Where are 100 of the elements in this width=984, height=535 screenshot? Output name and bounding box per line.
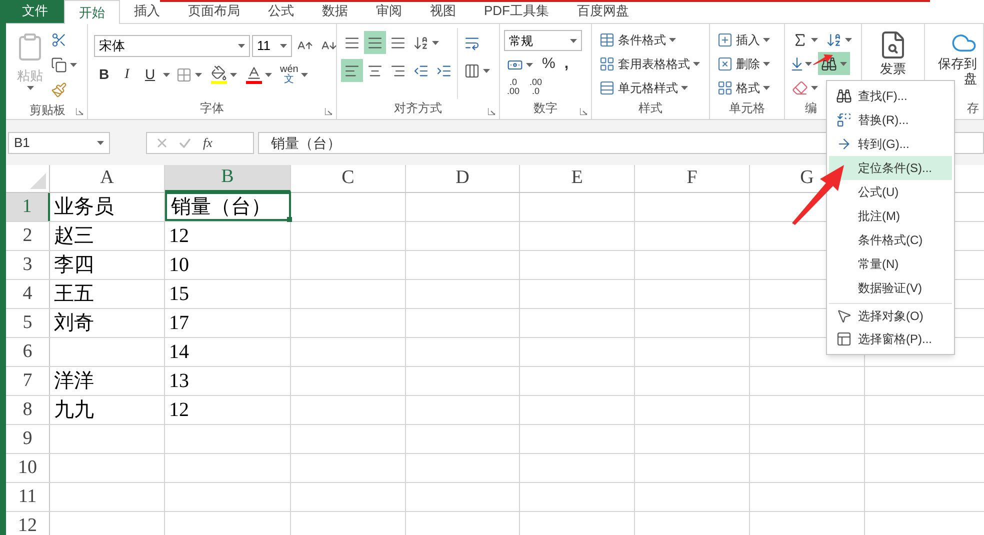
row-header[interactable]: 7 [6, 367, 50, 395]
format-button[interactable]: B [94, 64, 114, 86]
table-cell[interactable]: 王五 [50, 280, 165, 308]
caret-icon [483, 68, 490, 72]
fill-handle[interactable] [287, 217, 292, 222]
caret-icon [669, 38, 676, 42]
file-tab[interactable]: 文件 [6, 0, 64, 23]
vertical-align-button[interactable] [364, 31, 386, 54]
phonetic-button[interactable]: wén 文 [278, 64, 310, 84]
table-cell[interactable]: 刘奇 [50, 309, 165, 337]
ribbon-tab[interactable]: 数据 [308, 0, 362, 23]
cell-text: 销量（台） [171, 194, 271, 220]
menu-item[interactable]: 选择对象(O) [829, 303, 952, 327]
menu-item[interactable]: 批注(M) [829, 204, 952, 228]
ribbon-tab[interactable]: 视图 [416, 0, 470, 23]
column-header[interactable]: C [291, 165, 406, 192]
row-header[interactable]: 3 [6, 251, 50, 279]
column-header[interactable]: D [406, 165, 520, 192]
row-header[interactable]: 1 [6, 193, 50, 221]
comma-button[interactable]: , [561, 53, 572, 76]
row-header[interactable]: 10 [6, 454, 50, 482]
dialog-launcher-icon[interactable] [76, 108, 83, 115]
horizontal-align-button[interactable] [341, 59, 363, 82]
cell-text: 12 [169, 224, 189, 249]
ribbon-tab[interactable]: 审阅 [362, 0, 416, 23]
decimal-button[interactable]: .00 .0 [526, 78, 546, 96]
styles-menu-button[interactable]: 条件格式 [596, 28, 703, 51]
ribbon-tab[interactable]: 开始 [64, 0, 120, 24]
format-button[interactable]: U [140, 64, 160, 86]
caret-icon [432, 40, 439, 44]
font-name-field[interactable]: 宋体 [94, 34, 250, 56]
table-cell[interactable]: 洋洋 [50, 367, 165, 395]
table-cell[interactable]: 业务员 [50, 193, 165, 221]
group-label: 存 [967, 100, 979, 117]
dialog-launcher-icon[interactable] [580, 108, 587, 115]
dialog-launcher-icon[interactable] [488, 108, 495, 115]
table-cell[interactable]: 赵三 [50, 222, 165, 250]
menu-item[interactable]: 定位条件(S)... [829, 156, 952, 180]
table-cell[interactable]: 17 [165, 309, 291, 337]
group-label: 数字 [534, 100, 558, 117]
table-cell[interactable]: 14 [165, 338, 291, 366]
cells-menu-button[interactable]: 格式 [714, 76, 773, 99]
row-header[interactable]: 5 [6, 309, 50, 337]
sort-icon [826, 32, 842, 48]
cells-menu-button[interactable]: 插入 [714, 28, 773, 51]
ribbon-tab[interactable]: 插入 [120, 0, 174, 23]
menu-item[interactable]: 选择窗格(P)... [829, 327, 952, 351]
dialog-launcher-icon[interactable] [325, 108, 332, 115]
menu-item[interactable]: 数据验证(V) [829, 276, 952, 300]
table-cell[interactable]: 13 [165, 367, 291, 395]
cells-menu-button[interactable]: 删除 [714, 52, 773, 75]
ribbon-tab[interactable]: 页面布局 [174, 0, 254, 23]
group-label: 编 [805, 100, 817, 117]
format-button[interactable]: I [117, 64, 137, 86]
menu-item[interactable]: 转到(G)... [829, 132, 952, 156]
row-header[interactable]: 2 [6, 222, 50, 250]
table-cell[interactable]: 销量（台） [165, 192, 291, 221]
menu-item[interactable]: 条件格式(C) [829, 228, 952, 252]
ribbon-tab[interactable]: 百度网盘 [563, 0, 643, 23]
column-header[interactable]: F [635, 165, 750, 192]
row-header[interactable]: 6 [6, 338, 50, 366]
row-header[interactable]: 8 [6, 396, 50, 424]
fill-color-button[interactable] [208, 63, 240, 86]
table-cell[interactable]: 李四 [50, 251, 165, 279]
caret-icon [763, 38, 770, 42]
caret-icon [570, 38, 577, 42]
decimal-button[interactable]: .0 .00 [504, 78, 523, 96]
menu-item[interactable]: 替换(R)... [829, 108, 952, 132]
font-size-field[interactable]: 11 [252, 34, 292, 56]
cells-icon [717, 32, 733, 48]
menu-item[interactable]: 常量(N) [829, 252, 952, 276]
table-cell[interactable]: 15 [165, 280, 291, 308]
row-header[interactable]: 4 [6, 280, 50, 308]
name-box[interactable]: B1 [8, 132, 110, 154]
insert-function-button[interactable]: fx [203, 133, 212, 153]
check-icon[interactable] [179, 138, 191, 148]
cell-text: 洋洋 [54, 369, 94, 394]
ribbon-tab[interactable]: 公式 [254, 0, 308, 23]
row-header[interactable]: 12 [6, 512, 50, 535]
column-header[interactable]: B [165, 165, 291, 192]
percent-button[interactable]: % [539, 53, 558, 76]
fill-down-icon [789, 56, 805, 72]
table-cell[interactable]: 10 [165, 251, 291, 279]
row-header[interactable]: 11 [6, 483, 50, 511]
caret-icon [230, 72, 237, 76]
row-header[interactable]: 9 [6, 425, 50, 453]
table-cell[interactable]: 九九 [50, 396, 165, 424]
column-header[interactable]: E [520, 165, 635, 192]
ribbon-tab[interactable]: PDF工具集 [470, 0, 563, 23]
merge-icon [464, 62, 480, 78]
number-format-field[interactable]: 常规 [504, 30, 582, 51]
cell-text: 王五 [54, 282, 94, 307]
find-select-button[interactable] [818, 52, 850, 75]
table-cell[interactable]: 12 [165, 396, 291, 424]
caret-icon [811, 38, 818, 42]
table-cell[interactable]: 12 [165, 222, 291, 250]
borders-icon [176, 66, 192, 82]
styles-menu-button[interactable]: 套用表格格式 [596, 52, 703, 75]
cell-text: 14 [169, 340, 189, 365]
styles-menu-button[interactable]: 单元格样式 [596, 76, 703, 99]
